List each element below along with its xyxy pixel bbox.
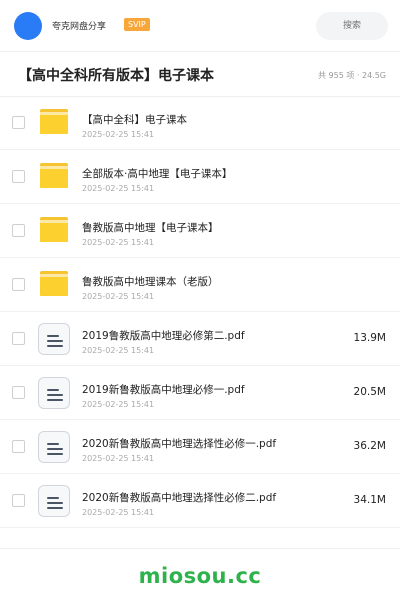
document-icon [38, 377, 70, 409]
file-size: 36.2M [353, 440, 386, 452]
watermark-text: miosou.cc [138, 564, 262, 588]
page-title: 【高中全科所有版本】电子课本 [18, 68, 214, 84]
folder-icon [40, 271, 68, 296]
file-date: 2025-02-25 15:41 [82, 454, 155, 463]
file-name: 全部版本·高中地理【电子课本】 [82, 168, 233, 180]
folder-icon [40, 109, 68, 134]
file-date: 2025-02-25 15:41 [82, 508, 155, 517]
document-icon [38, 431, 70, 463]
share-summary: 共 955 项 · 24.5G [318, 71, 386, 80]
list-item[interactable]: 【高中全科】电子课本 2025-02-25 15:41 [0, 96, 400, 150]
document-icon [38, 323, 70, 355]
list-item[interactable]: 全部版本·高中地理【电子课本】 2025-02-25 15:41 [0, 150, 400, 204]
file-date: 2025-02-25 15:41 [82, 238, 155, 247]
header-bar: 夸克网盘分享 SVIP [0, 0, 400, 52]
row-checkbox[interactable] [12, 386, 25, 399]
file-date: 2025-02-25 15:41 [82, 292, 155, 301]
row-checkbox[interactable] [12, 494, 25, 507]
row-checkbox[interactable] [12, 170, 25, 183]
svip-badge: SVIP [124, 18, 150, 31]
folder-icon [40, 163, 68, 188]
file-size: 20.5M [353, 386, 386, 398]
file-name: 鲁教版高中地理课本（老版） [82, 276, 219, 288]
file-name: 2019鲁教版高中地理必修第二.pdf [82, 330, 245, 342]
share-title-bar: 【高中全科所有版本】电子课本 共 955 项 · 24.5G [0, 53, 400, 97]
row-checkbox[interactable] [12, 278, 25, 291]
search-input[interactable] [316, 12, 388, 40]
document-icon [38, 485, 70, 517]
file-name: 【高中全科】电子课本 [82, 114, 187, 126]
file-size: 13.9M [353, 332, 386, 344]
file-size: 34.1M [353, 494, 386, 506]
list-item[interactable]: 2019新鲁教版高中地理必修一.pdf 2025-02-25 15:41 20.… [0, 366, 400, 420]
file-list: 【高中全科】电子课本 2025-02-25 15:41 全部版本·高中地理【电子… [0, 96, 400, 528]
folder-icon [40, 217, 68, 242]
list-item[interactable]: 2020新鲁教版高中地理选择性必修一.pdf 2025-02-25 15:41 … [0, 420, 400, 474]
file-date: 2025-02-25 15:41 [82, 184, 155, 193]
row-checkbox[interactable] [12, 332, 25, 345]
row-checkbox[interactable] [12, 116, 25, 129]
file-name: 2020新鲁教版高中地理选择性必修一.pdf [82, 438, 277, 450]
row-checkbox[interactable] [12, 224, 25, 237]
brand-name: 夸克网盘分享 [52, 22, 107, 32]
footer-divider [0, 548, 400, 549]
file-date: 2025-02-25 15:41 [82, 400, 155, 409]
file-name: 2020新鲁教版高中地理选择性必修二.pdf [82, 492, 277, 504]
list-item[interactable]: 2019鲁教版高中地理必修第二.pdf 2025-02-25 15:41 13.… [0, 312, 400, 366]
list-item[interactable]: 鲁教版高中地理【电子课本】 2025-02-25 15:41 [0, 204, 400, 258]
row-checkbox[interactable] [12, 440, 25, 453]
list-item[interactable]: 鲁教版高中地理课本（老版） 2025-02-25 15:41 [0, 258, 400, 312]
list-item[interactable]: 2020新鲁教版高中地理选择性必修二.pdf 2025-02-25 15:41 … [0, 474, 400, 528]
file-name: 2019新鲁教版高中地理必修一.pdf [82, 384, 245, 396]
avatar[interactable] [14, 12, 42, 40]
file-date: 2025-02-25 15:41 [82, 346, 155, 355]
file-name: 鲁教版高中地理【电子课本】 [82, 222, 219, 234]
file-date: 2025-02-25 15:41 [82, 130, 155, 139]
